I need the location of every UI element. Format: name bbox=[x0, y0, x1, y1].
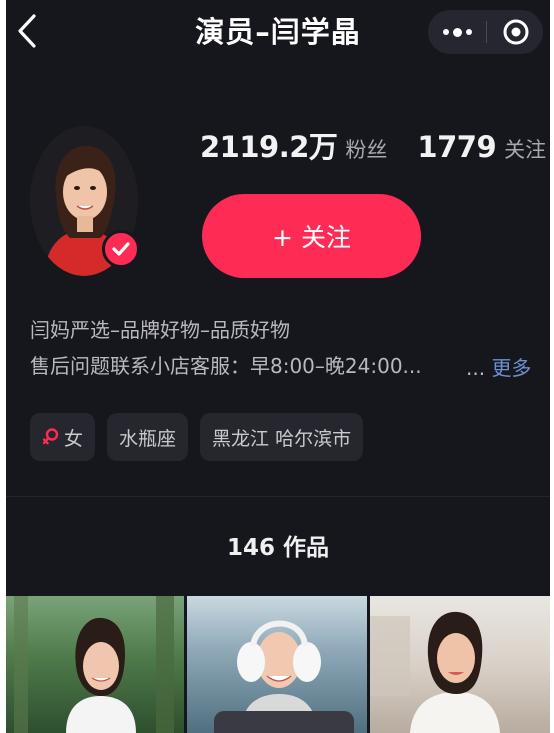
back-chevron-icon bbox=[18, 14, 36, 48]
profile-screen: 演员–闫学晶 2119.2万 粉丝 1779 关注 + 关注 闫妈严选–品牌好物… bbox=[6, 0, 550, 733]
section-divider bbox=[6, 496, 550, 497]
floating-bar bbox=[214, 711, 354, 733]
bio-line: 售后问题联系小店客服：早8:00–晚24:00... bbox=[30, 354, 422, 378]
tag-location: 黑龙江 哈尔滨市 bbox=[200, 413, 364, 461]
bio-more[interactable]: ... 更多 bbox=[466, 350, 531, 386]
bio-more-dots: ... bbox=[466, 356, 486, 380]
bio-more-link[interactable]: 更多 bbox=[491, 356, 531, 380]
profile-stats: 2119.2万 粉丝 1779 关注 bbox=[200, 124, 546, 170]
avatar[interactable] bbox=[30, 126, 140, 278]
following-label[interactable]: 关注 bbox=[504, 134, 546, 164]
more-button[interactable] bbox=[428, 10, 486, 54]
close-button[interactable] bbox=[502, 18, 530, 46]
works-count: 146 作品 bbox=[226, 535, 330, 561]
back-button[interactable] bbox=[12, 10, 44, 52]
page-title: 演员–闫学晶 bbox=[195, 15, 361, 49]
bio: 闫妈严选–品牌好物–品质好物 售后问题联系小店客服：早8:00–晚24:00..… bbox=[30, 312, 530, 384]
close-target-icon bbox=[503, 19, 529, 45]
bio-line: 闫妈严选–品牌好物–品质好物 bbox=[30, 318, 290, 342]
female-icon bbox=[42, 428, 59, 445]
nav-header: 演员–闫学晶 bbox=[6, 0, 550, 66]
profile-tags: 女 水瓶座 黑龙江 哈尔滨市 bbox=[30, 413, 364, 461]
following-count[interactable]: 1779 bbox=[417, 130, 496, 164]
more-dots-icon bbox=[442, 27, 472, 37]
tag-gender: 女 bbox=[30, 413, 96, 461]
video-thumbnail[interactable] bbox=[6, 596, 184, 733]
follow-button[interactable]: + 关注 bbox=[202, 194, 421, 278]
tag-gender-label: 女 bbox=[64, 427, 84, 450]
followers-count[interactable]: 2119.2万 bbox=[200, 124, 338, 166]
mini-program-capsule bbox=[428, 10, 543, 54]
capsule-divider bbox=[486, 21, 487, 43]
verified-badge bbox=[102, 230, 140, 268]
video-thumbnail[interactable] bbox=[370, 596, 550, 733]
verified-check-icon bbox=[112, 242, 130, 256]
followers-label[interactable]: 粉丝 bbox=[345, 134, 387, 164]
tag-zodiac: 水瓶座 bbox=[107, 413, 189, 461]
